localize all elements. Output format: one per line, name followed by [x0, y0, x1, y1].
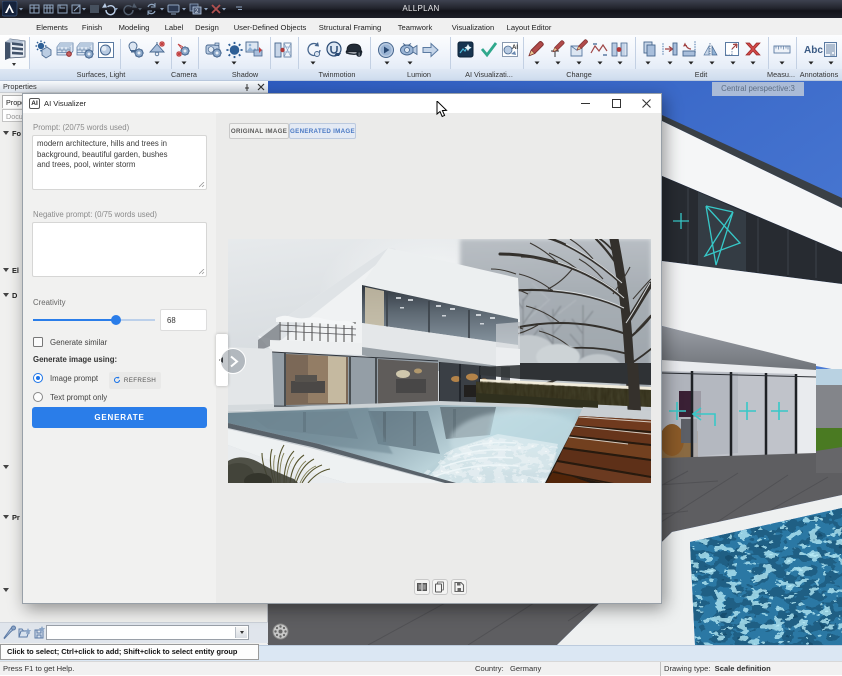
svg-text:AI: AI	[512, 45, 518, 51]
svg-text:Abc: Abc	[804, 45, 823, 56]
svg-text:i: i	[358, 52, 359, 58]
